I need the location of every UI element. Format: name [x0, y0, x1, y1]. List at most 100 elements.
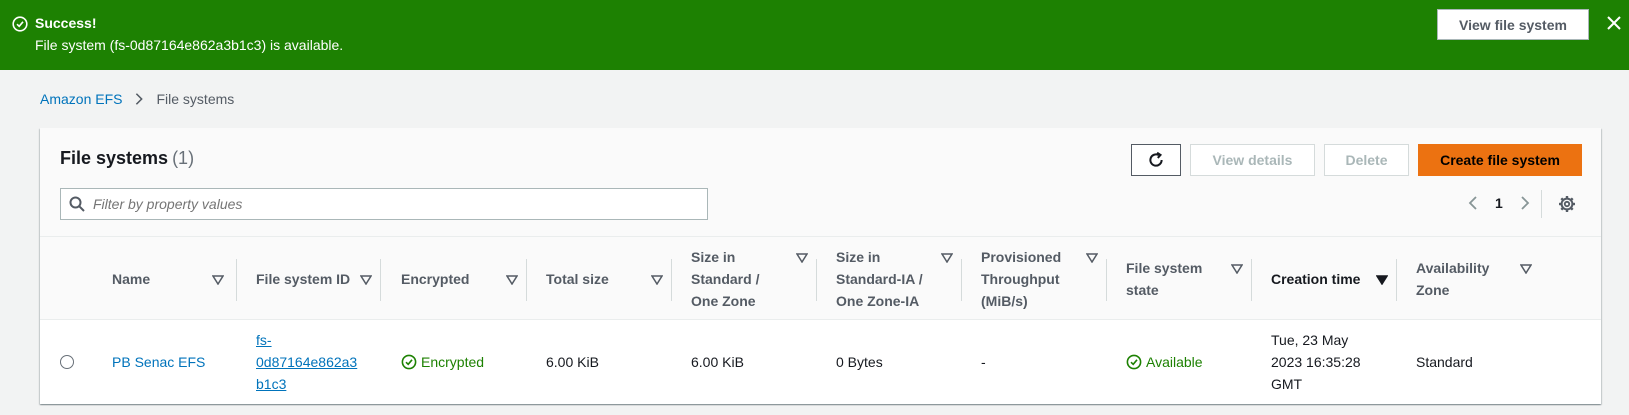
view-file-system-button[interactable]: View file system [1437, 9, 1589, 40]
sort-icon[interactable] [360, 275, 372, 285]
column-divider [380, 259, 381, 301]
chevron-right-icon[interactable] [1517, 195, 1533, 211]
col-size-standard-ia[interactable]: Size in Standard-IA / One Zone-IA [836, 237, 923, 321]
flash-title: Success! [35, 15, 97, 31]
state-status: Available [1146, 354, 1203, 370]
sort-icon[interactable] [1231, 264, 1243, 274]
col-name-label: Name [112, 271, 151, 287]
column-divider [671, 259, 672, 301]
col-size-standard[interactable]: Size in Standard / One Zone [691, 237, 759, 321]
cell-creation-time: Tue, 23 May 2023 16:35:28 GMT [1271, 329, 1361, 395]
refresh-button[interactable] [1131, 144, 1181, 176]
sort-icon[interactable] [1086, 253, 1098, 263]
file-system-id-link[interactable]: fs- 0d87164e862a3 b1c3 [256, 329, 357, 395]
filter-input[interactable] [93, 196, 693, 212]
column-divider [526, 259, 527, 301]
col-state-line2: state [1126, 282, 1159, 298]
cell-name: PB Senac EFS [112, 351, 205, 373]
delete-button[interactable]: Delete [1324, 144, 1409, 176]
cell-availability-zone: Standard [1416, 354, 1473, 370]
breadcrumb: Amazon EFS File systems [40, 91, 234, 107]
col-prov-line3: (MiB/s) [981, 293, 1028, 309]
panel-count: (1) [172, 148, 195, 168]
cell-total-size: 6.00 KiB [546, 354, 599, 370]
success-flashbar: Success! File system (fs-0d87164e862a3b1… [0, 0, 1629, 70]
col-availability-zone[interactable]: Availability Zone [1416, 237, 1489, 321]
pagination: 1 [1465, 195, 1533, 211]
cell-throughput: - [981, 354, 986, 370]
success-check-icon [1126, 354, 1142, 370]
col-total-size-label: Total size [546, 271, 609, 287]
sort-icon[interactable] [212, 275, 224, 285]
col-encrypted-label: Encrypted [401, 271, 470, 287]
sort-icon[interactable] [796, 253, 808, 263]
sort-icon[interactable] [941, 253, 953, 263]
col-size-ia-line2: Standard-IA / [836, 271, 923, 287]
row-select-radio[interactable] [60, 355, 74, 369]
cell-state: Available [1126, 351, 1203, 373]
column-divider [1396, 259, 1397, 301]
fsid-line3: b1c3 [256, 376, 287, 392]
filter-box[interactable] [60, 188, 708, 220]
success-check-icon [12, 16, 28, 32]
col-creation-time[interactable]: Creation time [1271, 237, 1360, 321]
cell-size-standard: 6.00 KiB [691, 354, 744, 370]
cell-file-system-id: fs- 0d87164e862a3 b1c3 [256, 329, 357, 395]
table-header: Name File system ID Encrypted Total size… [40, 236, 1601, 320]
chevron-right-icon [136, 93, 144, 105]
created-line2: 2023 16:35:28 [1271, 354, 1361, 370]
table-row: PB Senac EFS fs- 0d87164e862a3 b1c3 Encr… [40, 320, 1601, 404]
col-az-line1: Availability [1416, 260, 1490, 276]
fsid-line2: 0d87164e862a3 [256, 354, 358, 370]
column-divider [1251, 259, 1252, 301]
pagination-divider [1541, 190, 1542, 218]
fsid-line1: fs- [256, 332, 272, 348]
col-name[interactable]: Name [112, 237, 150, 321]
refresh-icon [1149, 151, 1163, 167]
col-fsid-label: File system ID [256, 271, 351, 287]
success-check-icon [401, 354, 417, 370]
panel-header: File systems (1) View details Delete Crea… [40, 128, 1601, 236]
sort-descending-icon[interactable] [1376, 275, 1388, 285]
created-line1: Tue, 23 May [1271, 332, 1349, 348]
breadcrumb-file-systems: File systems [156, 91, 235, 107]
sort-icon[interactable] [651, 275, 663, 285]
col-state-line1: File system [1126, 260, 1203, 276]
col-provisioned-throughput[interactable]: Provisioned Throughput (MiB/s) [981, 237, 1061, 321]
flash-message: File system (fs-0d87164e862a3b1c3) is av… [35, 37, 344, 53]
panel-title: File systems (1) [60, 148, 194, 169]
col-size-std-line1: Size in [691, 249, 736, 265]
col-size-ia-line3: One Zone-IA [836, 293, 920, 309]
col-file-system-id[interactable]: File system ID [256, 237, 350, 321]
created-line3: GMT [1271, 376, 1303, 392]
search-icon [69, 196, 85, 212]
col-encrypted[interactable]: Encrypted [401, 237, 469, 321]
breadcrumb-amazon-efs[interactable]: Amazon EFS [40, 91, 122, 107]
view-details-button[interactable]: View details [1190, 144, 1315, 176]
sort-icon[interactable] [506, 275, 518, 285]
col-size-std-line3: One Zone [691, 293, 756, 309]
encrypted-status: Encrypted [421, 354, 485, 370]
col-prov-line1: Provisioned [981, 249, 1062, 265]
file-systems-panel: File systems (1) View details Delete Crea… [40, 128, 1601, 404]
gear-icon[interactable] [1558, 195, 1576, 213]
col-prov-line2: Throughput [981, 271, 1060, 287]
chevron-left-icon[interactable] [1465, 195, 1481, 211]
col-size-ia-line1: Size in [836, 249, 881, 265]
panel-title-text: File systems [60, 148, 169, 168]
col-file-system-state[interactable]: File system state [1126, 237, 1202, 321]
create-file-system-button[interactable]: Create file system [1418, 144, 1582, 176]
column-divider [236, 259, 237, 301]
cell-encrypted: Encrypted [401, 351, 484, 373]
column-divider [816, 259, 817, 301]
col-az-line2: Zone [1416, 282, 1450, 298]
column-divider [1106, 259, 1107, 301]
sort-icon[interactable] [1520, 264, 1532, 274]
col-total-size[interactable]: Total size [546, 237, 609, 321]
close-icon[interactable] [1606, 15, 1622, 31]
column-divider [961, 259, 962, 301]
page-number[interactable]: 1 [1495, 195, 1503, 211]
file-system-name-link[interactable]: PB Senac EFS [112, 351, 205, 373]
col-creation-label: Creation time [1271, 271, 1361, 287]
cell-size-standard-ia: 0 Bytes [836, 354, 883, 370]
